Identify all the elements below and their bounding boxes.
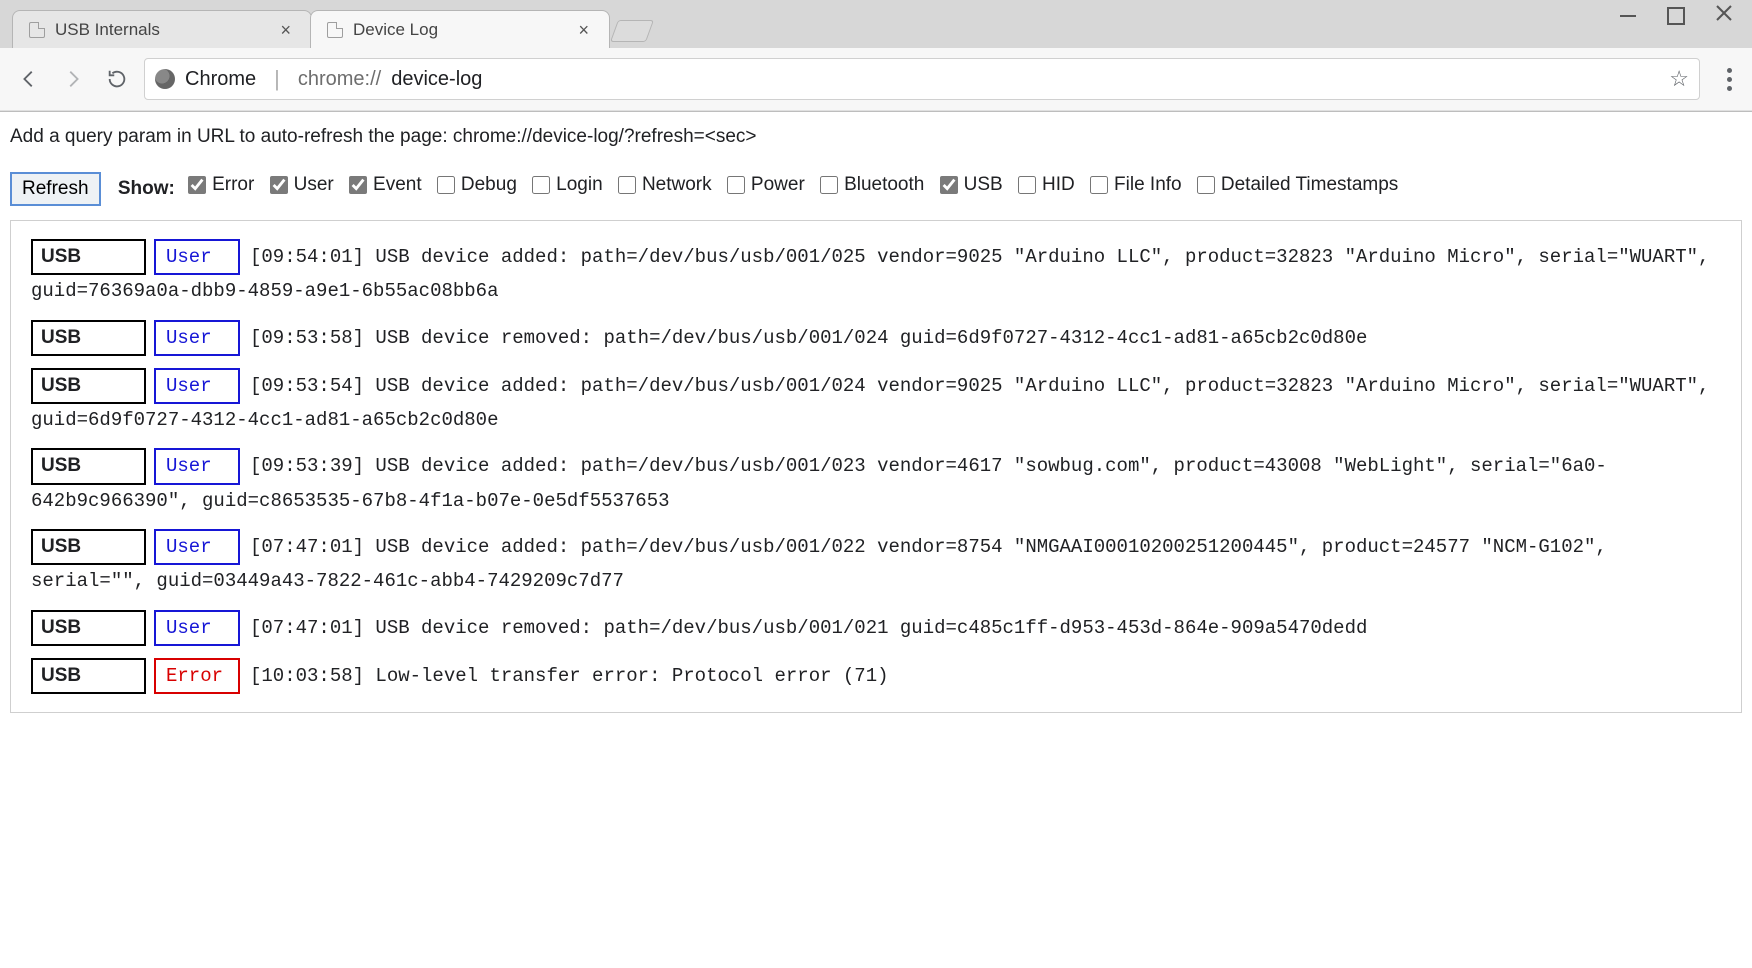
new-tab-button[interactable] [610,20,654,42]
log-level-badge: User [154,610,240,646]
file-icon [29,22,45,38]
checkbox-input[interactable] [727,176,745,194]
checkbox-input[interactable] [618,176,636,194]
log-message: [07:47:01] USB device removed: path=/dev… [250,617,1367,639]
checkbox-label: Event [373,166,422,204]
log-type-badge: USB [31,239,146,275]
tab-usb-internals[interactable]: USB Internals × [12,10,312,48]
log-level-badge: Error [154,658,240,694]
checkbox-usb[interactable]: USB [940,166,1003,204]
log-entry: USBError [10:03:58] Low-level transfer er… [31,658,1721,694]
checkbox-login[interactable]: Login [532,166,603,204]
show-label: Show: [118,178,175,199]
log-level-badge: User [154,448,240,484]
checkbox-label: HID [1042,166,1075,204]
checkbox-detailed-timestamps-label: Detailed Timestamps [1221,166,1398,204]
tab-title: Device Log [353,20,564,40]
log-level-badge: User [154,239,240,275]
auto-refresh-hint: Add a query param in URL to auto-refresh… [10,126,1742,148]
reload-button[interactable] [100,62,134,96]
checkbox-network[interactable]: Network [618,166,712,204]
checkbox-detailed-timestamps-input[interactable] [1197,176,1215,194]
filter-controls: Refresh Show: Error User Event Debug Log… [10,166,1742,208]
checkbox-label: User [294,166,334,204]
log-message: [09:54:01] USB device added: path=/dev/b… [31,246,1709,302]
minimize-button[interactable] [1610,2,1646,28]
bookmark-star-icon[interactable]: ☆ [1669,66,1689,92]
log-message: [09:53:39] USB device added: path=/dev/b… [31,455,1607,511]
checkbox-label: File Info [1114,166,1182,204]
checkbox-label: Error [212,166,254,204]
checkbox-hid[interactable]: HID [1018,166,1075,204]
checkbox-input[interactable] [349,176,367,194]
close-window-button[interactable] [1706,2,1742,28]
log-type-badge: USB [31,658,146,694]
tab-title: USB Internals [55,20,266,40]
tab-strip: USB Internals × Device Log × [0,0,1752,48]
checkbox-file-info[interactable]: File Info [1090,166,1182,204]
checkbox-user[interactable]: User [270,166,334,204]
omnibox[interactable]: Chrome | chrome:// device-log ☆ [144,58,1700,100]
log-entry: USBUser[07:47:01] USB device added: path… [31,529,1721,598]
url-path: device-log [391,68,482,91]
file-icon [327,22,343,38]
maximize-button[interactable] [1658,2,1694,28]
checkbox-input[interactable] [820,176,838,194]
checkbox-detailed-timestamps[interactable]: Detailed Timestamps [1197,166,1398,204]
log-container: USBUser[09:54:01] USB device added: path… [10,220,1742,713]
log-level-badge: User [154,529,240,565]
menu-button[interactable] [1710,68,1740,91]
checkbox-label: Power [751,166,805,204]
log-level-badge: User [154,320,240,356]
checkbox-input[interactable] [270,176,288,194]
checkbox-input[interactable] [1018,176,1036,194]
log-type-badge: USB [31,368,146,404]
checkbox-power[interactable]: Power [727,166,805,204]
toolbar: Chrome | chrome:// device-log ☆ [0,48,1752,111]
window-controls [1610,2,1742,28]
log-type-badge: USB [31,610,146,646]
log-entry: USBUser[09:53:54] USB device added: path… [31,368,1721,437]
log-message: [10:03:58] Low-level transfer error: Pro… [250,665,889,687]
checkbox-label: Debug [461,166,517,204]
site-info-icon[interactable] [155,69,175,89]
close-tab-icon[interactable]: × [574,19,593,41]
checkbox-label: Bluetooth [844,166,924,204]
log-level-badge: User [154,368,240,404]
tab-device-log[interactable]: Device Log × [310,10,610,48]
log-type-badge: USB [31,529,146,565]
log-entry: USBUser[09:53:39] USB device added: path… [31,448,1721,517]
url-scheme: Chrome [185,68,256,91]
checkbox-input[interactable] [1090,176,1108,194]
checkbox-label: Network [642,166,712,204]
log-entry: USBUser[09:54:01] USB device added: path… [31,239,1721,308]
log-entry: USBUser [09:53:58] USB device removed: pa… [31,320,1721,356]
checkbox-label: Login [556,166,603,204]
checkbox-input[interactable] [940,176,958,194]
log-message: [09:53:54] USB device added: path=/dev/b… [31,375,1709,431]
log-message: [09:53:58] USB device removed: path=/dev… [250,327,1367,349]
forward-button[interactable] [56,62,90,96]
url-host: chrome:// [298,68,381,91]
url-separator: | [266,66,288,92]
refresh-button[interactable]: Refresh [10,172,101,206]
browser-chrome: USB Internals × Device Log × Chrome | chrom… [0,0,1752,112]
close-tab-icon[interactable]: × [276,19,295,41]
log-entry: USBUser [07:47:01] USB device removed: pa… [31,610,1721,646]
checkbox-input[interactable] [188,176,206,194]
checkbox-debug[interactable]: Debug [437,166,517,204]
log-type-badge: USB [31,320,146,356]
checkbox-bluetooth[interactable]: Bluetooth [820,166,924,204]
checkbox-error[interactable]: Error [188,166,254,204]
log-message: [07:47:01] USB device added: path=/dev/b… [31,536,1607,592]
checkbox-input[interactable] [437,176,455,194]
log-type-badge: USB [31,448,146,484]
checkbox-label: USB [964,166,1003,204]
page-content: Add a query param in URL to auto-refresh… [0,112,1752,727]
back-button[interactable] [12,62,46,96]
checkbox-input[interactable] [532,176,550,194]
checkbox-event[interactable]: Event [349,166,422,204]
